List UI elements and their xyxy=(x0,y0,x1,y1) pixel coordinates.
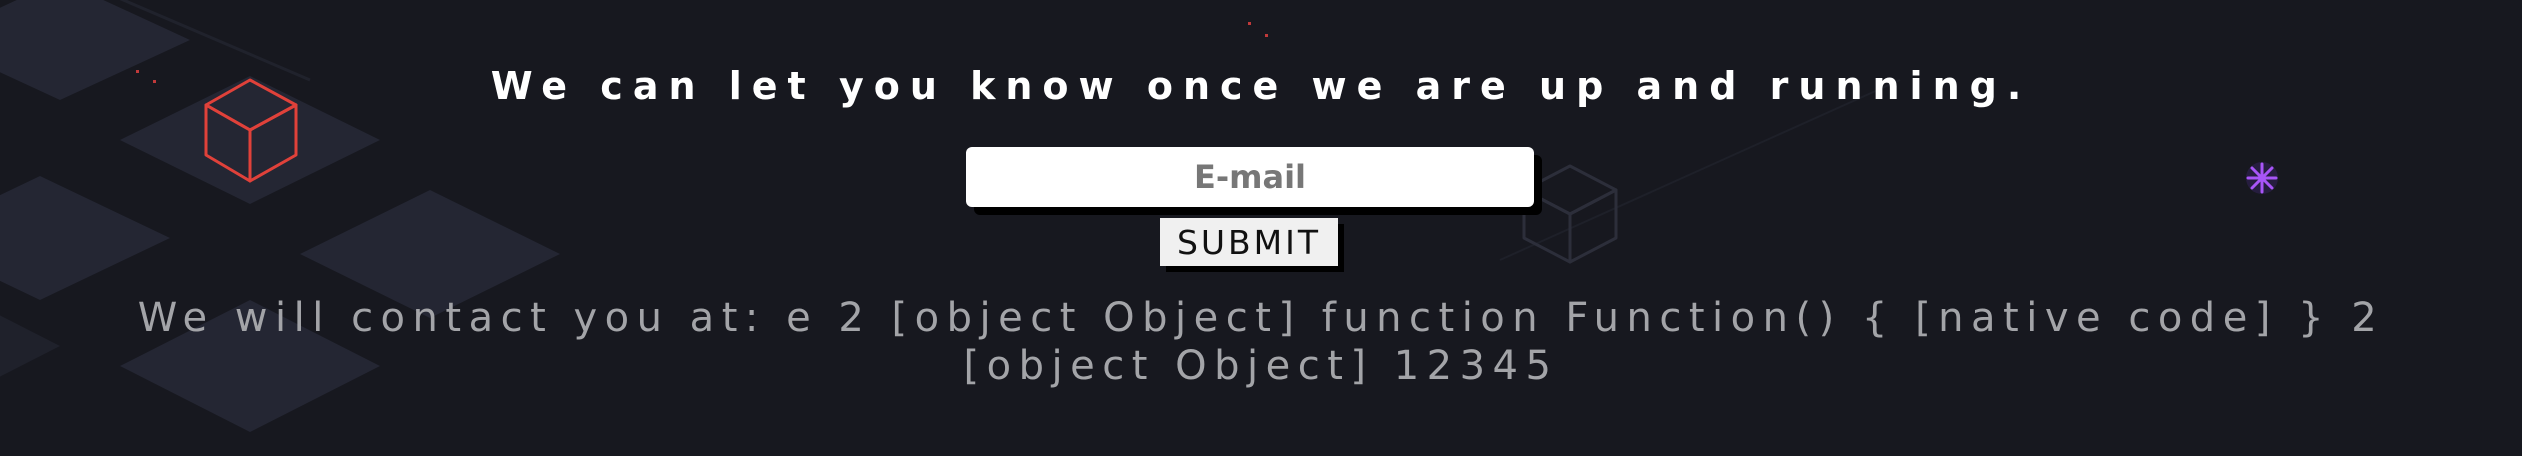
headline: We can let you know once we are up and r… xyxy=(490,64,2032,108)
signup-panel: We can let you know once we are up and r… xyxy=(0,0,2522,456)
submit-button[interactable]: SUBMIT xyxy=(1160,218,1338,266)
contact-line-1: We will contact you at: e 2 [object Obje… xyxy=(137,295,2385,341)
contact-line-2: [object Object] 12345 xyxy=(963,343,1559,389)
contact-confirmation: We will contact you at: e 2 [object Obje… xyxy=(0,294,2522,390)
email-input[interactable] xyxy=(966,147,1534,207)
